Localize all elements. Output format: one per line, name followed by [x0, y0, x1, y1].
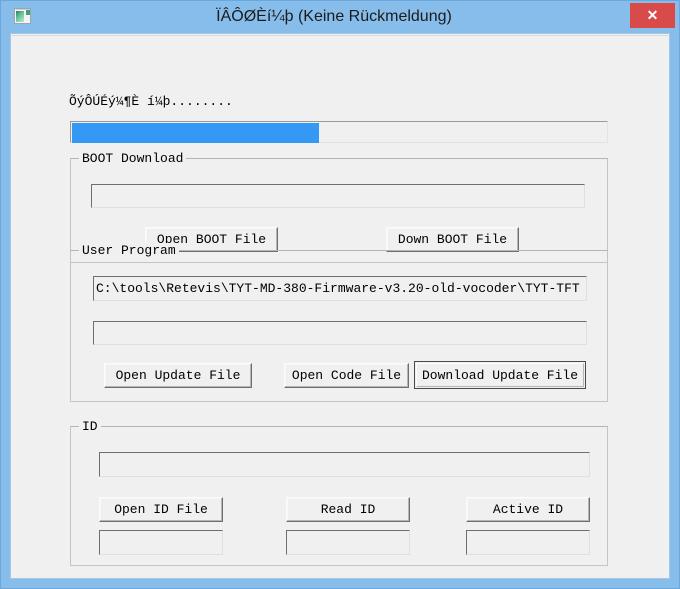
progress-bar-fill: [72, 123, 319, 143]
close-button[interactable]: ✕: [630, 3, 675, 28]
title-bar[interactable]: ÏÂÔØÈí¼þ (Keine Rückmeldung) ✕: [1, 1, 679, 32]
user-program-group: User Program C:\tools\Retevis\TYT-MD-380…: [70, 243, 608, 402]
boot-download-group-title: BOOT Download: [79, 151, 187, 166]
open-code-file-button[interactable]: Open Code File: [284, 363, 409, 388]
upgrade-progress-bar: [70, 121, 608, 143]
open-id-value-input[interactable]: [99, 530, 223, 555]
open-update-file-button[interactable]: Open Update File: [104, 363, 252, 388]
download-update-file-label: Download Update File: [416, 363, 584, 387]
read-id-value-input[interactable]: [286, 530, 410, 555]
id-file-path-input[interactable]: [99, 452, 590, 477]
application-window: ÏÂÔØÈí¼þ (Keine Rückmeldung) ✕ ÕýÔÚÉý¼¶È…: [0, 0, 680, 589]
read-id-button[interactable]: Read ID: [286, 497, 410, 522]
active-id-button[interactable]: Active ID: [466, 497, 590, 522]
client-inner: ÕýÔÚÉý¼¶È í¼þ........ BOOT Download Open…: [12, 35, 668, 577]
window-title: ÏÂÔØÈí¼þ (Keine Rückmeldung): [216, 8, 452, 25]
update-file-path-input[interactable]: C:\tools\Retevis\TYT-MD-380-Firmware-v3.…: [93, 276, 587, 301]
upgrade-status-label: ÕýÔÚÉý¼¶È í¼þ........: [69, 94, 233, 109]
open-id-file-button[interactable]: Open ID File: [99, 497, 223, 522]
user-program-status-input[interactable]: [93, 321, 587, 345]
active-id-value-input[interactable]: [466, 530, 590, 555]
user-program-group-title: User Program: [79, 243, 179, 258]
application-window-icon: [14, 8, 31, 24]
boot-file-path-input[interactable]: [91, 184, 585, 208]
down-boot-file-button[interactable]: Down BOOT File: [386, 227, 519, 252]
id-group-title: ID: [79, 419, 101, 434]
download-update-file-button[interactable]: Download Update File: [414, 361, 586, 389]
id-group: ID Open ID File Read ID Active ID: [70, 419, 608, 566]
client-area: ÕýÔÚÉý¼¶È í¼þ........ BOOT Download Open…: [10, 33, 670, 579]
